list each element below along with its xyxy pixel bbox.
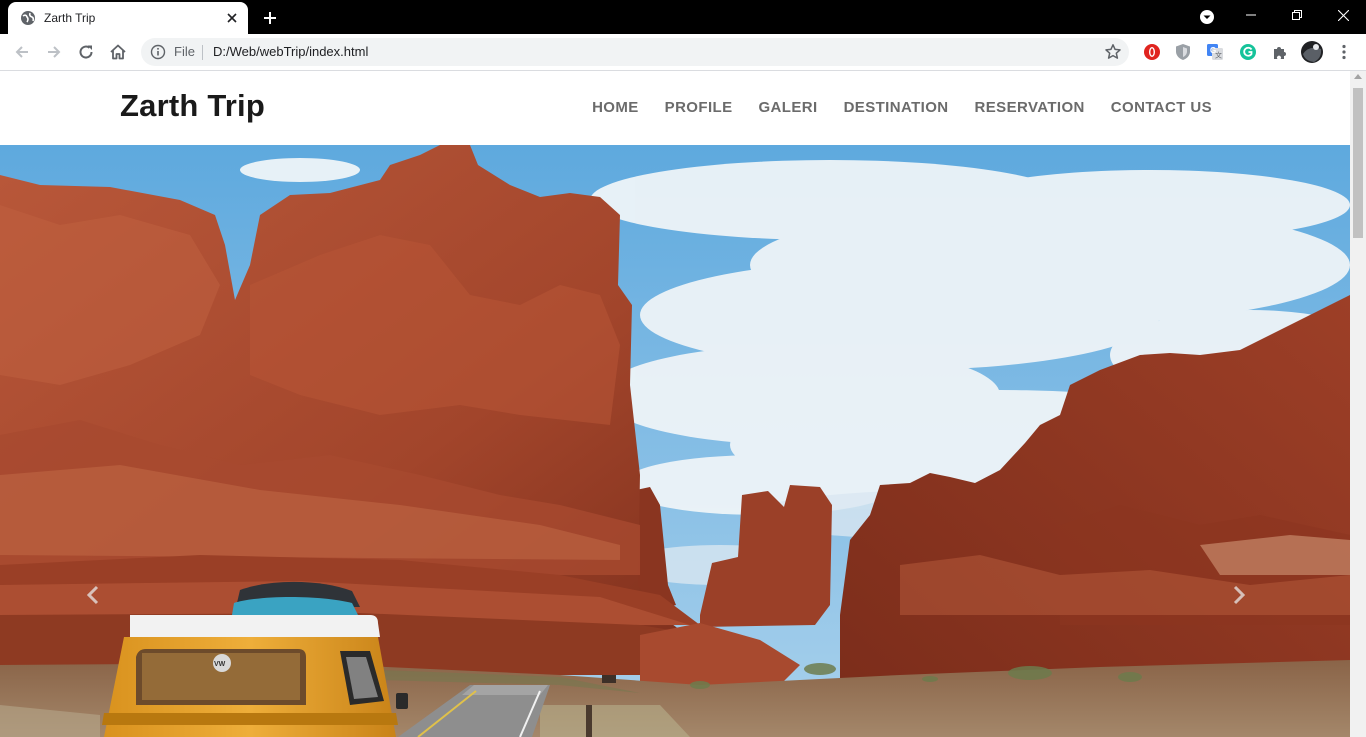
scroll-thumb[interactable] [1353, 88, 1363, 238]
url-text[interactable]: D:/Web/webTrip/index.html [213, 45, 368, 59]
opera-icon[interactable] [1142, 42, 1162, 62]
plus-icon[interactable] [259, 7, 281, 29]
menu-item-profile[interactable]: PROFILE [665, 99, 733, 117]
page-scrollbar[interactable] [1350, 71, 1366, 737]
tab-strip: Zarth Trip [0, 0, 1366, 34]
hero-carousel: VW [0, 145, 1350, 737]
star-icon[interactable] [1104, 43, 1122, 61]
minimize-icon[interactable] [1228, 0, 1274, 30]
menu-item-reservation[interactable]: RESERVATION [975, 99, 1085, 117]
globe-icon [20, 10, 36, 26]
main-menu: HOME PROFILE GALERI DESTINATION RESERVAT… [592, 99, 1212, 117]
scroll-up-arrow-icon[interactable] [1354, 74, 1362, 79]
carousel-next-icon[interactable] [1232, 585, 1262, 615]
site-brand[interactable]: Zarth Trip [120, 88, 265, 124]
profile-avatar-icon[interactable] [1300, 40, 1324, 64]
info-icon[interactable] [150, 44, 166, 60]
carousel-prev-icon[interactable] [86, 585, 116, 615]
address-bar[interactable]: File D:/Web/webTrip/index.html [141, 38, 1129, 66]
hero-image: VW [0, 145, 1350, 737]
menu-item-destination[interactable]: DESTINATION [844, 99, 949, 117]
puzzle-icon[interactable] [1270, 42, 1290, 62]
back-arrow-icon[interactable] [9, 39, 35, 65]
svg-text:文: 文 [1215, 51, 1222, 60]
close-window-icon[interactable] [1320, 0, 1366, 30]
menu-item-contact-us[interactable]: CONTACT US [1111, 99, 1212, 117]
shield-icon[interactable] [1173, 42, 1193, 62]
page-viewport: Zarth Trip HOME PROFILE GALERI DESTINATI… [0, 71, 1350, 737]
omnibox-divider [202, 45, 203, 60]
kebab-menu-icon[interactable] [1334, 42, 1354, 62]
reload-icon[interactable] [73, 39, 99, 65]
site-navbar: Zarth Trip HOME PROFILE GALERI DESTINATI… [0, 71, 1350, 145]
browser-tab[interactable]: Zarth Trip [8, 2, 248, 34]
url-scheme: File [174, 44, 195, 59]
browser-toolbar: File D:/Web/webTrip/index.html G文 [0, 34, 1366, 71]
grammarly-icon[interactable] [1238, 42, 1258, 62]
tab-search-icon[interactable] [1197, 7, 1217, 27]
menu-item-home[interactable]: HOME [592, 99, 639, 117]
tab-title: Zarth Trip [44, 11, 96, 25]
restore-icon[interactable] [1274, 0, 1320, 30]
menu-item-galeri[interactable]: GALERI [758, 99, 817, 117]
close-icon[interactable] [222, 8, 242, 28]
home-icon[interactable] [105, 39, 131, 65]
translate-icon[interactable]: G文 [1205, 42, 1225, 62]
van-badge: VW [214, 661, 226, 668]
forward-arrow-icon[interactable] [41, 39, 67, 65]
